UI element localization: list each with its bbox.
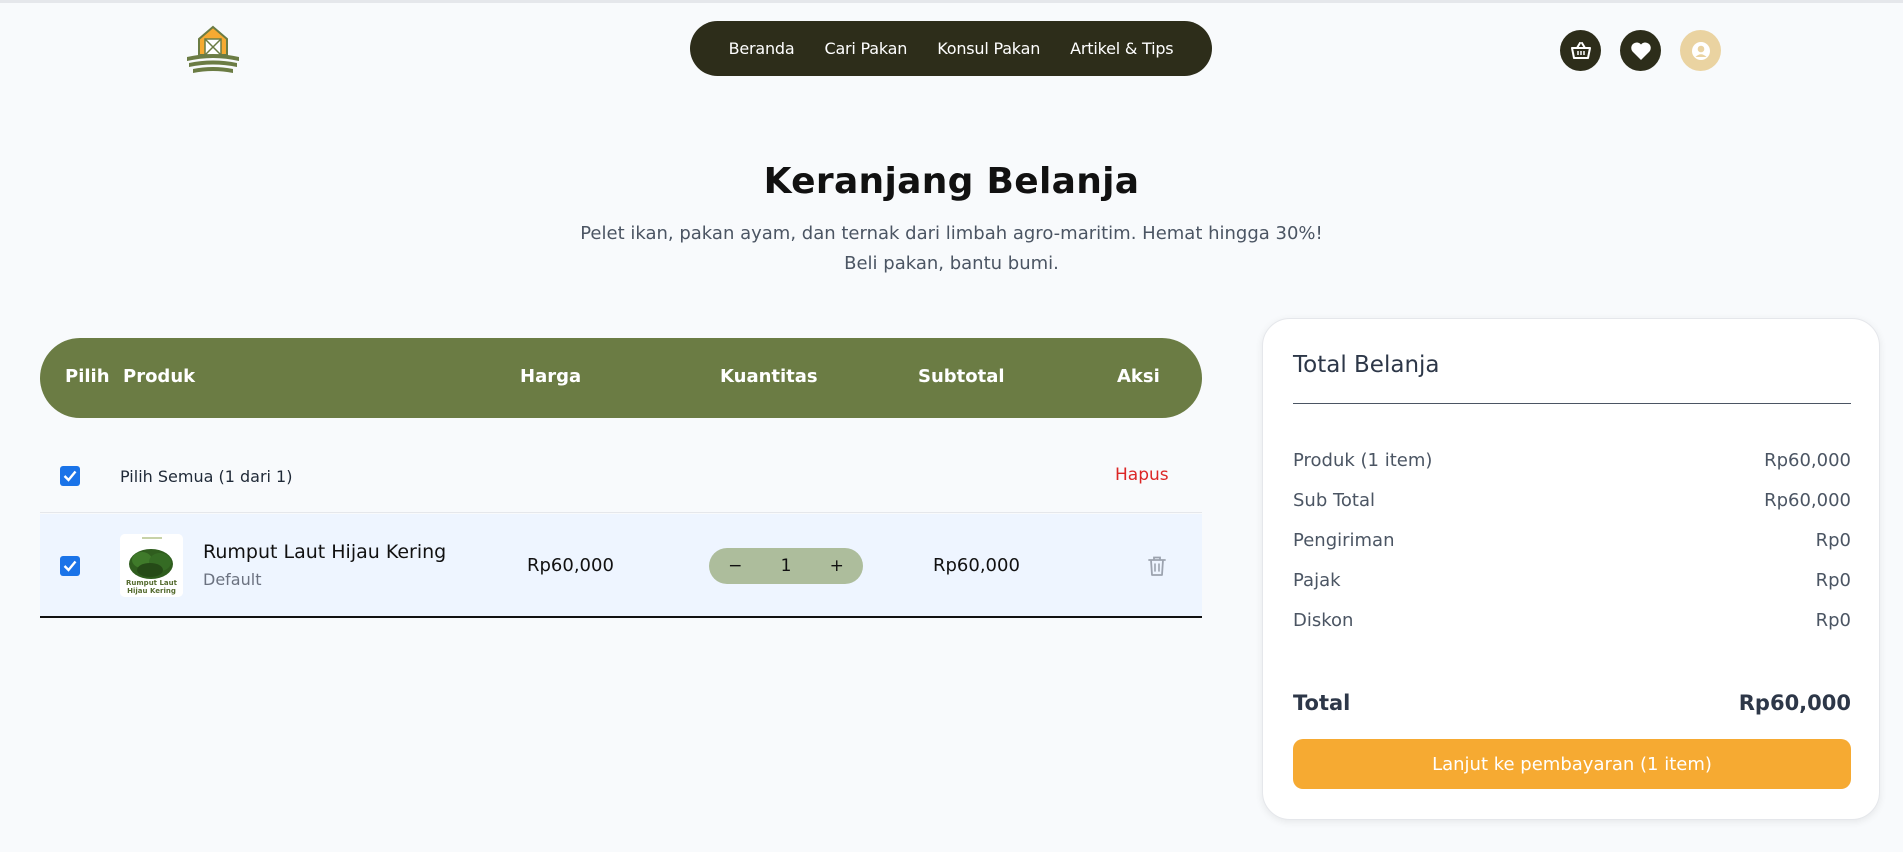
checkmark-icon: [63, 560, 77, 572]
quantity-stepper: − 1 +: [709, 548, 863, 584]
page-title: Keranjang Belanja: [763, 161, 1140, 202]
summary-line-value: Rp0: [1815, 530, 1851, 551]
column-header-pilih: Pilih: [65, 366, 110, 387]
summary-line-value: Rp0: [1815, 570, 1851, 591]
product-thumbnail[interactable]: Rumput Laut Hijau Kering: [120, 534, 183, 597]
column-header-harga: Harga: [520, 366, 582, 387]
main-nav: Beranda Cari Pakan Konsul Pakan Artikel …: [690, 21, 1212, 76]
basket-icon: [1570, 41, 1591, 59]
column-header-produk: Produk: [123, 366, 196, 387]
cart-button[interactable]: [1560, 30, 1601, 71]
select-all-checkbox[interactable]: [60, 466, 80, 486]
order-summary-card: Total Belanja Produk (1 item) Rp60,000 S…: [1262, 318, 1880, 820]
table-row: Rumput Laut Hijau Kering Rumput Laut Hij…: [40, 514, 1202, 618]
total-value: Rp60,000: [1738, 691, 1851, 715]
checkout-button[interactable]: Lanjut ke pembayaran (1 item): [1293, 739, 1851, 789]
column-header-kuantitas: Kuantitas: [720, 366, 818, 387]
summary-title: Total Belanja: [1293, 352, 1440, 378]
select-all-label: Pilih Semua (1 dari 1): [120, 467, 293, 486]
summary-line-value: Rp60,000: [1764, 490, 1851, 511]
product-name[interactable]: Rumput Laut Hijau Kering: [203, 541, 446, 563]
product-price: Rp60,000: [527, 555, 614, 576]
summary-line-label: Pajak: [1293, 570, 1341, 591]
page-subtitle: Pelet ikan, pakan ayam, dan ternak dari …: [0, 219, 1903, 279]
account-button[interactable]: [1680, 30, 1721, 71]
delete-item-button[interactable]: [1147, 555, 1167, 577]
summary-line-diskon: Diskon Rp0: [1293, 610, 1851, 631]
svg-text:Hijau Kering: Hijau Kering: [127, 587, 176, 595]
summary-line-label: Diskon: [1293, 610, 1354, 631]
row-subtotal: Rp60,000: [933, 555, 1020, 576]
summary-line-value: Rp60,000: [1764, 450, 1851, 471]
summary-line-pajak: Pajak Rp0: [1293, 570, 1851, 591]
nav-item-artikel-tips[interactable]: Artikel & Tips: [1070, 39, 1173, 58]
summary-line-value: Rp0: [1815, 610, 1851, 631]
summary-divider: [1293, 403, 1851, 404]
svg-text:Rumput Laut: Rumput Laut: [126, 579, 178, 587]
summary-line-label: Pengiriman: [1293, 530, 1395, 551]
summary-line-produk: Produk (1 item) Rp60,000: [1293, 450, 1851, 471]
total-label: Total: [1293, 691, 1351, 715]
subtitle-line-1: Pelet ikan, pakan ayam, dan ternak dari …: [580, 223, 1323, 244]
summary-line-label: Produk (1 item): [1293, 450, 1433, 471]
column-header-aksi: Aksi: [1117, 366, 1160, 387]
product-variant: Default: [203, 570, 262, 589]
subtitle-line-2: Beli pakan, bantu bumi.: [844, 253, 1059, 274]
delete-selected-button[interactable]: Hapus: [1115, 465, 1169, 485]
nav-item-cari-pakan[interactable]: Cari Pakan: [824, 39, 907, 58]
nav-item-beranda[interactable]: Beranda: [729, 39, 795, 58]
trash-icon: [1148, 556, 1166, 576]
summary-total: Total Rp60,000: [1293, 691, 1851, 715]
checkmark-icon: [63, 470, 77, 482]
wishlist-button[interactable]: [1620, 30, 1661, 71]
cart-table-header: Pilih Produk Harga Kuantitas Subtotal Ak…: [40, 338, 1202, 418]
user-icon: [1691, 41, 1710, 60]
increment-button[interactable]: +: [830, 556, 844, 576]
brand-logo[interactable]: [185, 25, 241, 75]
decrement-button[interactable]: −: [728, 556, 742, 576]
nav-item-konsul-pakan[interactable]: Konsul Pakan: [937, 39, 1040, 58]
heart-icon: [1630, 41, 1651, 60]
column-header-subtotal: Subtotal: [918, 366, 1005, 387]
select-all-row: Pilih Semua (1 dari 1) Hapus: [40, 443, 1202, 513]
summary-line-sub-total: Sub Total Rp60,000: [1293, 490, 1851, 511]
summary-line-label: Sub Total: [1293, 490, 1376, 511]
summary-line-pengiriman: Pengiriman Rp0: [1293, 530, 1851, 551]
quantity-value[interactable]: 1: [781, 556, 792, 576]
row-checkbox[interactable]: [60, 556, 80, 576]
